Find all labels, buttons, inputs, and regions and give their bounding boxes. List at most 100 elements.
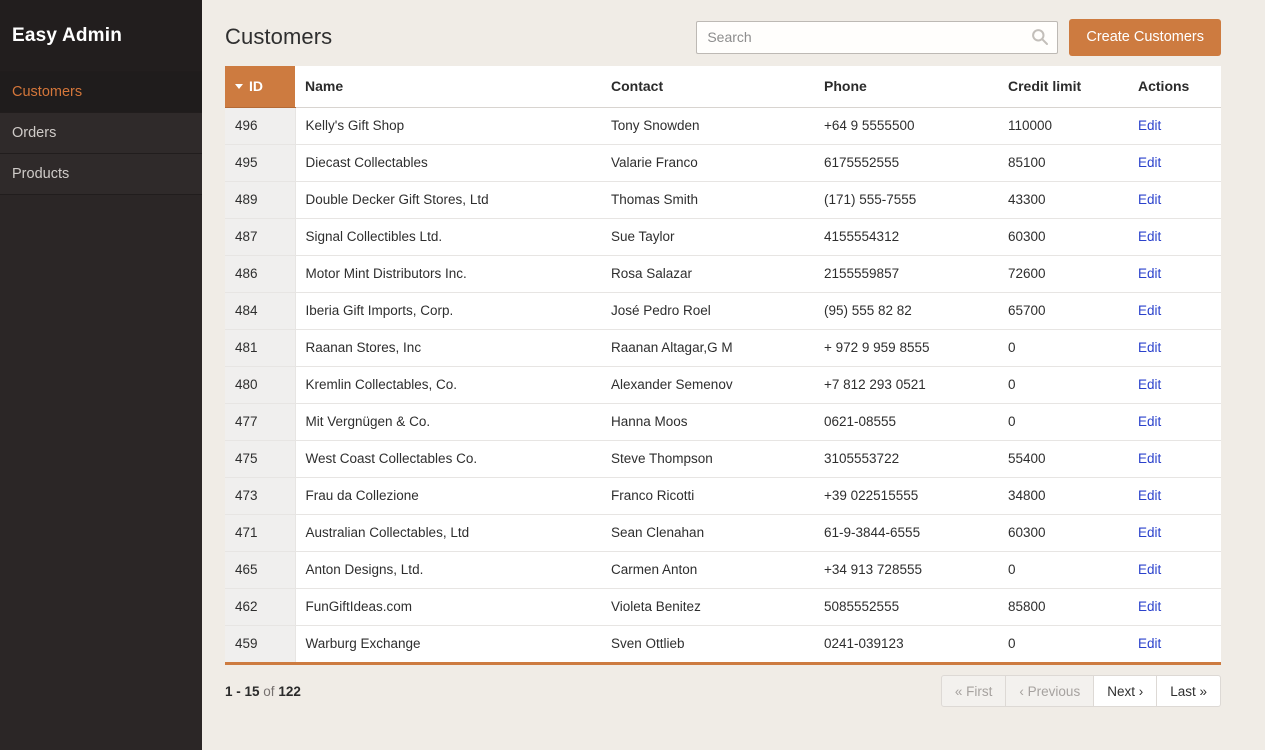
cell-contact: Sean Clenahan xyxy=(601,514,814,552)
cell-phone: (95) 555 82 82 xyxy=(814,292,998,330)
table-row: 481 Raanan Stores, Inc Raanan Altagar,G M +… xyxy=(225,329,1221,367)
edit-link[interactable]: Edit xyxy=(1138,599,1161,614)
cell-actions: Edit xyxy=(1128,255,1221,293)
cell-phone: 5085552555 xyxy=(814,588,998,626)
result-of-word: of xyxy=(263,683,275,699)
table-footer: 1 - 15 of 122 « First ‹ Previous Next › Las… xyxy=(225,665,1221,717)
pagination-next-button[interactable]: Next › xyxy=(1094,675,1158,707)
cell-actions: Edit xyxy=(1128,218,1221,256)
edit-link[interactable]: Edit xyxy=(1138,155,1161,170)
column-header-name[interactable]: Name xyxy=(295,66,601,108)
edit-link[interactable]: Edit xyxy=(1138,229,1161,244)
cell-actions: Edit xyxy=(1128,366,1221,404)
pagination-previous-button: ‹ Previous xyxy=(1006,675,1095,707)
cell-credit-limit: 60300 xyxy=(998,514,1128,552)
table-row: 471 Australian Collectables, Ltd Sean Clen… xyxy=(225,514,1221,552)
edit-link[interactable]: Edit xyxy=(1138,636,1161,651)
cell-credit-limit: 72600 xyxy=(998,255,1128,293)
cell-phone: 3105553722 xyxy=(814,440,998,478)
cell-actions: Edit xyxy=(1128,551,1221,589)
table-header: ID Name Contact Phone Credit limit Actio… xyxy=(225,66,1221,108)
edit-link[interactable]: Edit xyxy=(1138,118,1161,133)
table-row: 480 Kremlin Collectables, Co. Alexander Se… xyxy=(225,366,1221,404)
cell-name: Motor Mint Distributors Inc. xyxy=(295,255,601,293)
column-header-actions: Actions xyxy=(1128,66,1221,108)
cell-id: 487 xyxy=(225,218,296,256)
cell-contact: Steve Thompson xyxy=(601,440,814,478)
cell-name: Anton Designs, Ltd. xyxy=(295,551,601,589)
cell-phone: 2155559857 xyxy=(814,255,998,293)
search-box xyxy=(696,20,1059,54)
cell-actions: Edit xyxy=(1128,181,1221,219)
edit-link[interactable]: Edit xyxy=(1138,414,1161,429)
column-header-phone[interactable]: Phone xyxy=(814,66,998,108)
edit-link[interactable]: Edit xyxy=(1138,488,1161,503)
create-customers-button[interactable]: Create Customers xyxy=(1069,18,1221,56)
cell-actions: Edit xyxy=(1128,403,1221,441)
app-brand: Easy Admin xyxy=(0,0,202,72)
sidebar-item-orders[interactable]: Orders xyxy=(0,113,202,154)
cell-phone: 0621-08555 xyxy=(814,403,998,441)
main-content: Customers Create Customers xyxy=(202,0,1265,750)
pagination-last-button[interactable]: Last » xyxy=(1157,675,1221,707)
cell-contact: Alexander Semenov xyxy=(601,366,814,404)
table-row: 465 Anton Designs, Ltd. Carmen Anton +34 91… xyxy=(225,551,1221,589)
chevron-down-icon xyxy=(235,84,243,90)
result-range: 1 - 15 xyxy=(225,683,260,699)
cell-credit-limit: 43300 xyxy=(998,181,1128,219)
edit-link[interactable]: Edit xyxy=(1138,562,1161,577)
cell-id: 484 xyxy=(225,292,296,330)
cell-credit-limit: 34800 xyxy=(998,477,1128,515)
edit-link[interactable]: Edit xyxy=(1138,340,1161,355)
edit-link[interactable]: Edit xyxy=(1138,303,1161,318)
customers-table: ID Name Contact Phone Credit limit Actio… xyxy=(225,66,1221,662)
table-row: 475 West Coast Collectables Co. Steve Thom… xyxy=(225,440,1221,478)
cell-credit-limit: 110000 xyxy=(998,107,1128,145)
cell-id: 496 xyxy=(225,107,296,145)
cell-contact: Hanna Moos xyxy=(601,403,814,441)
edit-link[interactable]: Edit xyxy=(1138,525,1161,540)
cell-id: 475 xyxy=(225,440,296,478)
cell-contact: Sue Taylor xyxy=(601,218,814,256)
cell-contact: Raanan Altagar,G M xyxy=(601,329,814,367)
cell-id: 471 xyxy=(225,514,296,552)
cell-phone: 6175552555 xyxy=(814,144,998,182)
table-row: 496 Kelly's Gift Shop Tony Snowden +64 9 55… xyxy=(225,107,1221,145)
pagination-first-button: « First xyxy=(940,675,1007,707)
cell-contact: Sven Ottlieb xyxy=(611,636,685,652)
cell-actions: Edit xyxy=(1128,329,1221,367)
cell-credit-limit: 0 xyxy=(1008,636,1016,652)
column-header-id[interactable]: ID xyxy=(225,66,295,108)
cell-name: Raanan Stores, Inc xyxy=(295,329,601,367)
cell-name: Signal Collectibles Ltd. xyxy=(295,218,601,256)
sidebar-item-label: Products xyxy=(12,166,70,182)
cell-credit-limit: 85100 xyxy=(998,144,1128,182)
sidebar-item-customers[interactable]: Customers xyxy=(0,72,202,113)
search-input[interactable] xyxy=(696,20,1059,54)
cell-name: Kelly's Gift Shop xyxy=(295,107,601,145)
cell-actions: Edit xyxy=(1128,440,1221,478)
cell-id: 462 xyxy=(225,588,296,626)
cell-id: 465 xyxy=(225,551,296,589)
sidebar: Easy Admin Customers Orders Products xyxy=(0,0,202,750)
sidebar-nav: Customers Orders Products xyxy=(0,72,202,195)
edit-link[interactable]: Edit xyxy=(1138,192,1161,207)
cell-phone: +7 812 293 0521 xyxy=(814,366,998,404)
column-header-contact[interactable]: Contact xyxy=(601,66,814,108)
cell-credit-limit: 65700 xyxy=(998,292,1128,330)
pagination: « First ‹ Previous Next › Last » xyxy=(940,675,1221,707)
table-row: 489 Double Decker Gift Stores, Ltd Thomas … xyxy=(225,181,1221,219)
cell-credit-limit: 0 xyxy=(998,329,1128,367)
cell-actions: Edit xyxy=(1128,625,1221,662)
edit-link[interactable]: Edit xyxy=(1138,266,1161,281)
table-row: 486 Motor Mint Distributors Inc. Rosa Sala… xyxy=(225,255,1221,293)
edit-link[interactable]: Edit xyxy=(1138,377,1161,392)
cell-contact: Tony Snowden xyxy=(601,107,814,145)
sidebar-item-products[interactable]: Products xyxy=(0,154,202,195)
cell-phone: 61-9-3844-6555 xyxy=(814,514,998,552)
cell-id: 459 xyxy=(225,625,296,662)
column-header-credit-limit[interactable]: Credit limit xyxy=(998,66,1128,108)
cell-credit-limit: 0 xyxy=(998,551,1128,589)
edit-link[interactable]: Edit xyxy=(1138,451,1161,466)
column-header-id-label: ID xyxy=(249,78,263,95)
